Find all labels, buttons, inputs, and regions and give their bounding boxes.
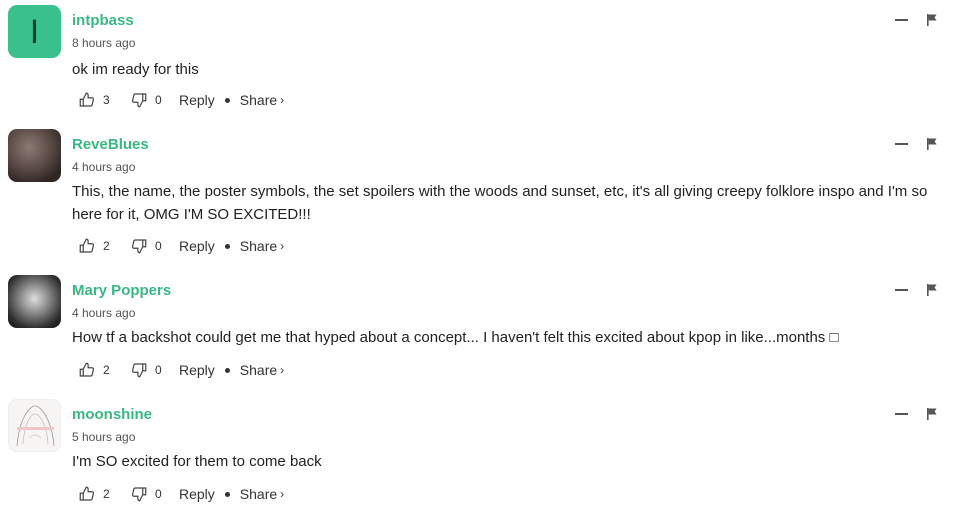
dislike-count: 0 <box>155 93 162 107</box>
thumbs-down-icon[interactable] <box>130 485 148 503</box>
comment-timestamp: 4 hours ago <box>72 160 136 174</box>
comment-timestamp: 5 hours ago <box>72 430 136 444</box>
comment-text: This, the name, the poster symbols, the … <box>72 183 928 223</box>
like-count: 2 <box>103 363 110 377</box>
avatar[interactable] <box>8 129 61 182</box>
comment-controls <box>895 14 938 26</box>
comment-text: How tf a backshot could get me that hype… <box>72 329 839 346</box>
comment-item: I intpbass 8 hours ago ok im ready for t… <box>0 5 960 125</box>
chevron-right-icon: › <box>280 363 285 377</box>
share-button[interactable]: Share <box>240 92 277 108</box>
thumbs-down-icon[interactable] <box>130 237 148 255</box>
minimize-icon[interactable] <box>895 143 908 145</box>
avatar-letter: I <box>29 12 40 51</box>
comment-username[interactable]: intpbass <box>72 12 134 29</box>
comment-actions: 3 0 Reply Share › <box>78 90 284 110</box>
flag-icon[interactable] <box>926 14 938 26</box>
flag-icon[interactable] <box>926 138 938 150</box>
comment-item: Mary Poppers 4 hours ago How tf a backsh… <box>0 275 960 395</box>
comment-text: ok im ready for this <box>72 61 199 78</box>
avatar-illustration <box>16 405 55 447</box>
comment-text: I'm SO excited for them to come back <box>72 453 322 470</box>
avatar[interactable]: I <box>8 5 61 58</box>
separator-dot <box>224 491 230 497</box>
comment-username[interactable]: ReveBlues <box>72 136 149 153</box>
comment-actions: 2 0 Reply Share › <box>78 360 284 380</box>
separator-dot <box>224 97 230 103</box>
avatar[interactable] <box>8 399 61 452</box>
minimize-icon[interactable] <box>895 413 908 415</box>
dislike-count: 0 <box>155 239 162 253</box>
chevron-right-icon: › <box>280 239 285 253</box>
chevron-right-icon: › <box>280 487 285 501</box>
share-button[interactable]: Share <box>240 362 277 378</box>
thumbs-up-icon[interactable] <box>78 485 96 503</box>
minimize-icon[interactable] <box>895 19 908 21</box>
dislike-count: 0 <box>155 487 162 501</box>
comment-controls <box>895 138 938 150</box>
comment-timestamp: 4 hours ago <box>72 306 136 320</box>
flag-icon[interactable] <box>926 284 938 296</box>
comment-actions: 2 0 Reply Share › <box>78 236 284 256</box>
reply-button[interactable]: Reply <box>179 238 215 254</box>
separator-dot <box>224 243 230 249</box>
chevron-right-icon: › <box>280 93 285 107</box>
comment-username[interactable]: moonshine <box>72 406 152 423</box>
share-button[interactable]: Share <box>240 238 277 254</box>
like-count: 2 <box>103 239 110 253</box>
comment-item: moonshine 5 hours ago I'm SO excited for… <box>0 399 960 511</box>
comment-username[interactable]: Mary Poppers <box>72 282 171 299</box>
separator-dot <box>224 367 230 373</box>
minimize-icon[interactable] <box>895 289 908 291</box>
like-count: 2 <box>103 487 110 501</box>
share-button[interactable]: Share <box>240 486 277 502</box>
comment-timestamp: 8 hours ago <box>72 36 136 50</box>
avatar[interactable] <box>8 275 61 328</box>
thumbs-down-icon[interactable] <box>130 361 148 379</box>
like-count: 3 <box>103 93 110 107</box>
comment-controls <box>895 408 938 420</box>
comment-controls <box>895 284 938 296</box>
reply-button[interactable]: Reply <box>179 362 215 378</box>
thumbs-up-icon[interactable] <box>78 91 96 109</box>
dislike-count: 0 <box>155 363 162 377</box>
flag-icon[interactable] <box>926 408 938 420</box>
comment-item: ReveBlues 4 hours ago This, the name, th… <box>0 129 960 269</box>
comment-actions: 2 0 Reply Share › <box>78 484 284 504</box>
reply-button[interactable]: Reply <box>179 92 215 108</box>
thumbs-down-icon[interactable] <box>130 91 148 109</box>
reply-button[interactable]: Reply <box>179 486 215 502</box>
thumbs-up-icon[interactable] <box>78 237 96 255</box>
thumbs-up-icon[interactable] <box>78 361 96 379</box>
